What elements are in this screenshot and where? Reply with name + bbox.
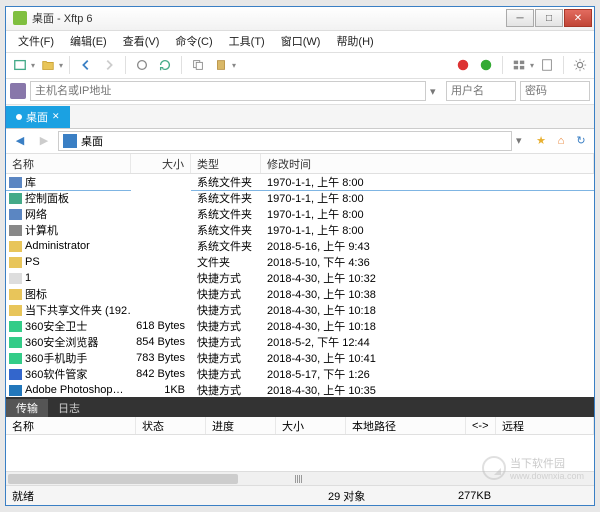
statusbar: 就绪 29 对象 277KB xyxy=(6,485,594,505)
col-size[interactable]: 大小 xyxy=(131,154,191,173)
tab-close-icon[interactable]: ✕ xyxy=(52,111,60,122)
col-type[interactable]: 类型 xyxy=(191,154,261,173)
col-name[interactable]: 名称 xyxy=(6,154,131,173)
transfer-body xyxy=(6,435,594,471)
refresh-button[interactable] xyxy=(155,55,175,75)
tcol-size[interactable]: 大小 xyxy=(276,417,346,434)
home-icon[interactable]: ⌂ xyxy=(552,132,570,150)
status-objects: 29 对象 xyxy=(328,488,458,504)
reconnect-button[interactable] xyxy=(132,55,152,75)
dropdown-icon[interactable]: ▾ xyxy=(59,61,63,70)
dropdown-icon[interactable]: ▾ xyxy=(516,134,528,147)
file-header: 名称 大小 类型 修改时间 xyxy=(6,154,594,174)
tcol-status[interactable]: 状态 xyxy=(136,417,206,434)
menu-item[interactable]: 工具(T) xyxy=(221,31,273,52)
properties-button[interactable] xyxy=(537,55,557,75)
desktop-icon xyxy=(63,134,77,148)
file-row[interactable]: PS文件夹2018-5-10, 下午 4:36 xyxy=(6,254,594,270)
app-window: 桌面 - Xftp 6 ─ □ ✕ 文件(F)编辑(E)查看(V)命令(C)工具… xyxy=(5,6,595,506)
path-navbar: ◀ ▶ 桌面 ▾ ★ ⌂ ↻ xyxy=(6,129,594,155)
file-row[interactable]: 360软件管家842 Bytes快捷方式2018-5-17, 下午 1:26 xyxy=(6,366,594,382)
dropdown-icon[interactable]: ▾ xyxy=(530,61,534,70)
tcol-localpath[interactable]: 本地路径 xyxy=(346,417,466,434)
address-bar: ▾ xyxy=(6,79,594,105)
menu-item[interactable]: 文件(F) xyxy=(10,31,62,52)
transfer-header: 名称 状态 进度 大小 本地路径 <-> 远程 xyxy=(6,417,594,435)
username-input[interactable] xyxy=(446,81,516,101)
dropdown-icon[interactable]: ▾ xyxy=(430,85,442,98)
file-row[interactable]: 计算机系统文件夹1970-1-1, 上午 8:00 xyxy=(6,222,594,238)
file-row[interactable]: 1快捷方式2018-4-30, 上午 10:32 xyxy=(6,270,594,286)
session-tabs: 桌面 ✕ xyxy=(6,105,594,129)
maximize-button[interactable]: □ xyxy=(535,9,563,27)
file-row[interactable]: 360安全浏览器854 Bytes快捷方式2018-5-2, 下午 12:44 xyxy=(6,334,594,350)
window-controls: ─ □ ✕ xyxy=(505,9,592,27)
file-row[interactable]: 当下共享文件夹 (192…快捷方式2018-4-30, 上午 10:18 xyxy=(6,302,594,318)
tab-label: 桌面 xyxy=(26,109,48,125)
host-input[interactable] xyxy=(30,81,426,101)
settings-button[interactable] xyxy=(570,55,590,75)
path-text: 桌面 xyxy=(81,133,103,149)
file-row[interactable]: Administrator系统文件夹2018-5-16, 上午 9:43 xyxy=(6,238,594,254)
scrollbar-thumb[interactable] xyxy=(8,474,238,484)
status-size: 277KB xyxy=(458,490,588,502)
favorite-icon[interactable]: ★ xyxy=(532,132,550,150)
open-button[interactable] xyxy=(38,55,58,75)
password-input[interactable] xyxy=(520,81,590,101)
path-box[interactable]: 桌面 xyxy=(58,131,512,151)
stop-button[interactable] xyxy=(453,55,473,75)
menu-item[interactable]: 命令(C) xyxy=(167,31,220,52)
menu-item[interactable]: 编辑(E) xyxy=(62,31,115,52)
file-row[interactable]: Adobe Photoshop…1KB快捷方式2018-4-30, 上午 10:… xyxy=(6,382,594,397)
file-row[interactable]: 360手机助手783 Bytes快捷方式2018-4-30, 上午 10:41 xyxy=(6,350,594,366)
dropdown-icon[interactable]: ▾ xyxy=(31,61,35,70)
transfer-tab[interactable]: 传输 xyxy=(6,399,48,417)
titlebar: 桌面 - Xftp 6 ─ □ ✕ xyxy=(6,7,594,31)
app-icon xyxy=(13,11,27,25)
menu-item[interactable]: 查看(V) xyxy=(115,31,168,52)
log-tab[interactable]: 日志 xyxy=(48,399,90,417)
status-ready: 就绪 xyxy=(12,488,328,504)
copy-button[interactable] xyxy=(188,55,208,75)
horizontal-scrollbar[interactable] xyxy=(6,471,594,485)
menu-item[interactable]: 窗口(W) xyxy=(273,31,329,52)
new-session-button[interactable] xyxy=(10,55,30,75)
close-button[interactable]: ✕ xyxy=(564,9,592,27)
minimize-button[interactable]: ─ xyxy=(506,9,534,27)
tcol-name[interactable]: 名称 xyxy=(6,417,136,434)
dropdown-icon[interactable]: ▾ xyxy=(232,61,236,70)
session-tab-desktop[interactable]: 桌面 ✕ xyxy=(6,106,70,128)
record-button[interactable] xyxy=(476,55,496,75)
menu-item[interactable]: 帮助(H) xyxy=(328,31,381,52)
host-icon xyxy=(10,83,26,99)
toolbar: ▾ ▾ ▾ ▾ xyxy=(6,53,594,79)
nav-back-button[interactable]: ◀ xyxy=(10,131,30,151)
forward-button[interactable] xyxy=(99,55,119,75)
file-row[interactable]: 360安全卫士618 Bytes快捷方式2018-4-30, 上午 10:18 xyxy=(6,318,594,334)
tcol-progress[interactable]: 进度 xyxy=(206,417,276,434)
nav-forward-button[interactable]: ▶ xyxy=(34,131,54,151)
tcol-remote[interactable]: 远程 xyxy=(496,417,594,434)
file-list: 库系统文件夹1970-1-1, 上午 8:00控制面板系统文件夹1970-1-1… xyxy=(6,174,594,397)
tcol-arrow[interactable]: <-> xyxy=(466,417,496,434)
back-button[interactable] xyxy=(76,55,96,75)
file-row[interactable]: 库系统文件夹1970-1-1, 上午 8:00 xyxy=(6,174,594,190)
view-button[interactable] xyxy=(509,55,529,75)
menubar: 文件(F)编辑(E)查看(V)命令(C)工具(T)窗口(W)帮助(H) xyxy=(6,31,594,53)
window-title: 桌面 - Xftp 6 xyxy=(32,10,505,26)
file-row[interactable]: 网络系统文件夹1970-1-1, 上午 8:00 xyxy=(6,206,594,222)
refresh-icon[interactable]: ↻ xyxy=(572,132,590,150)
col-date[interactable]: 修改时间 xyxy=(261,154,594,173)
file-row[interactable]: 控制面板系统文件夹1970-1-1, 上午 8:00 xyxy=(6,190,594,206)
transfer-tabs: 传输 日志 xyxy=(6,397,594,417)
file-row[interactable]: 图标快捷方式2018-4-30, 上午 10:38 xyxy=(6,286,594,302)
paste-button[interactable] xyxy=(211,55,231,75)
